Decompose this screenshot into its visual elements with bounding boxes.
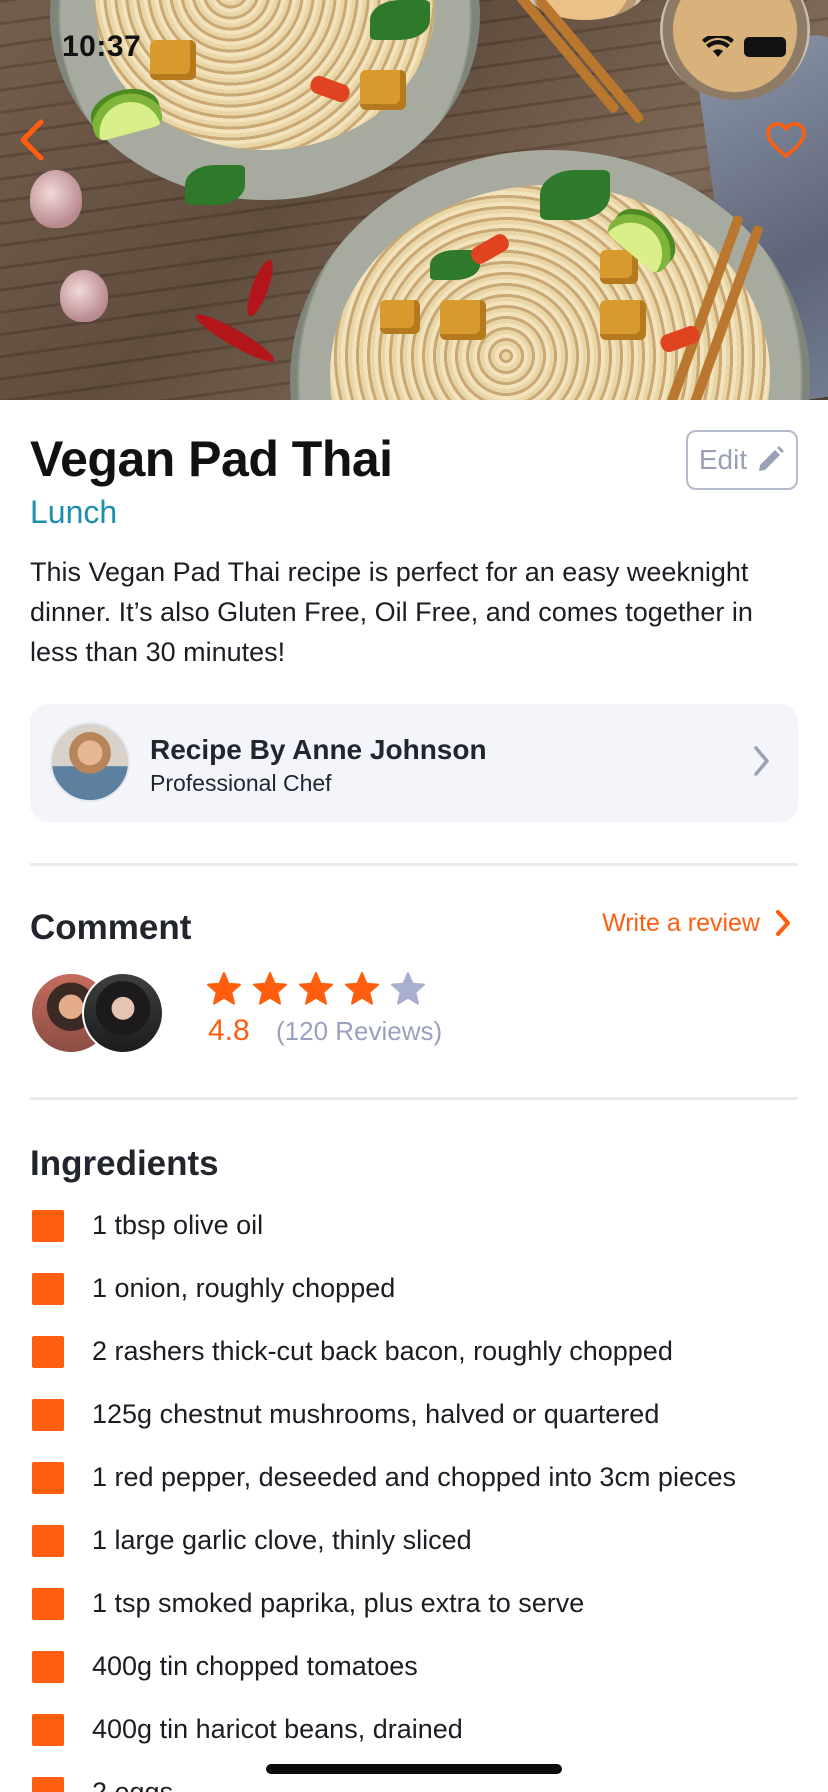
ingredient-checkbox[interactable]: [32, 1399, 64, 1431]
ingredient-checkbox[interactable]: [32, 1210, 64, 1242]
title-row: Vegan Pad Thai Lunch Edit: [30, 400, 798, 530]
star-rating: [206, 972, 426, 1006]
ingredient-item[interactable]: 1 onion, roughly chopped: [30, 1269, 798, 1332]
ingredient-label: 1 onion, roughly chopped: [92, 1273, 396, 1303]
author-name: Recipe By Anne Johnson: [150, 734, 487, 765]
ingredient-checkbox[interactable]: [32, 1273, 64, 1305]
star-icon: [391, 972, 425, 1005]
reviews-count: (120 Reviews): [276, 1016, 443, 1046]
home-indicator: [266, 1764, 562, 1774]
ingredient-label: 1 tsp smoked paprika, plus extra to serv…: [92, 1588, 585, 1618]
ingredient-item[interactable]: 1 red pepper, deseeded and chopped into …: [30, 1458, 798, 1521]
rating-value: 4.8: [208, 1014, 250, 1047]
ingredient-label: 1 red pepper, deseeded and chopped into …: [92, 1462, 736, 1492]
ingredient-checkbox[interactable]: [32, 1777, 64, 1792]
ingredient-checkbox[interactable]: [32, 1714, 64, 1746]
pencil-icon: [759, 446, 785, 471]
status-icons: [702, 36, 786, 58]
star-icon: [253, 972, 287, 1005]
recipe-hero-image: 10:37: [0, 0, 828, 400]
ingredient-item[interactable]: 1 tsp smoked paprika, plus extra to serv…: [30, 1584, 798, 1647]
author-card[interactable]: Recipe By Anne Johnson Professional Chef: [30, 704, 798, 822]
ingredient-item[interactable]: 1 tbsp olive oil: [30, 1206, 798, 1269]
author-role: Professional Chef: [150, 770, 332, 796]
ingredient-item[interactable]: 1 large garlic clove, thinly sliced: [30, 1521, 798, 1584]
chevron-right-icon: [754, 746, 769, 776]
divider: [30, 863, 798, 866]
ingredient-label: 2 eggs: [92, 1777, 174, 1792]
write-review-link[interactable]: Write a review: [602, 908, 792, 938]
ingredient-label: 2 rashers thick-cut back bacon, roughly …: [92, 1336, 673, 1366]
comment-title: Comment: [30, 908, 192, 947]
ingredient-item[interactable]: 2 eggs: [30, 1773, 798, 1792]
ingredient-item[interactable]: 125g chestnut mushrooms, halved or quart…: [30, 1395, 798, 1458]
ingredient-checkbox[interactable]: [32, 1651, 64, 1683]
recipe-description: This Vegan Pad Thai recipe is perfect fo…: [30, 557, 753, 667]
favorite-button[interactable]: [764, 118, 808, 162]
recipe-title: Vegan Pad Thai: [30, 431, 393, 487]
ingredients-list: 1 tbsp olive oil 1 onion, roughly chopped…: [30, 1206, 798, 1792]
ingredient-checkbox[interactable]: [32, 1462, 64, 1494]
ingredient-checkbox[interactable]: [32, 1336, 64, 1368]
reviewer-avatars: [30, 972, 170, 1054]
ingredients-title: Ingredients: [30, 1144, 219, 1183]
chevron-right-icon: [776, 910, 790, 936]
edit-label: Edit: [698, 444, 748, 475]
ingredient-label: 400g tin haricot beans, drained: [92, 1714, 463, 1744]
edit-button[interactable]: Edit: [686, 430, 798, 490]
recipe-content: Vegan Pad Thai Lunch Edit This Vegan Pad…: [30, 400, 798, 1792]
star-icon: [207, 972, 241, 1005]
heart-outline-icon: [766, 122, 806, 158]
battery-icon: [744, 37, 786, 57]
star-icon: [299, 972, 333, 1005]
ingredient-item[interactable]: 400g tin chopped tomatoes: [30, 1647, 798, 1710]
wifi-icon: [702, 36, 734, 57]
chevron-left-icon: [20, 119, 44, 161]
ingredient-item[interactable]: 2 rashers thick-cut back bacon, roughly …: [30, 1332, 798, 1395]
ingredient-checkbox[interactable]: [32, 1588, 64, 1620]
ingredient-label: 1 tbsp olive oil: [92, 1210, 264, 1240]
back-button[interactable]: [10, 118, 54, 162]
recipe-detail-screen: 10:37 Vegan Pad Thai Lunch Edit This Veg…: [0, 0, 828, 1792]
ingredient-checkbox[interactable]: [32, 1525, 64, 1557]
divider: [30, 1097, 798, 1100]
star-icon: [345, 972, 379, 1005]
ingredient-label: 1 large garlic clove, thinly sliced: [92, 1525, 472, 1555]
ingredient-label: 125g chestnut mushrooms, halved or quart…: [92, 1399, 660, 1429]
avatar: [82, 972, 164, 1054]
status-time: 10:37: [62, 30, 142, 63]
write-review-label: Write a review: [602, 908, 760, 937]
author-avatar: [50, 722, 130, 802]
ingredient-label: 400g tin chopped tomatoes: [92, 1651, 418, 1681]
recipe-category[interactable]: Lunch: [30, 494, 117, 531]
